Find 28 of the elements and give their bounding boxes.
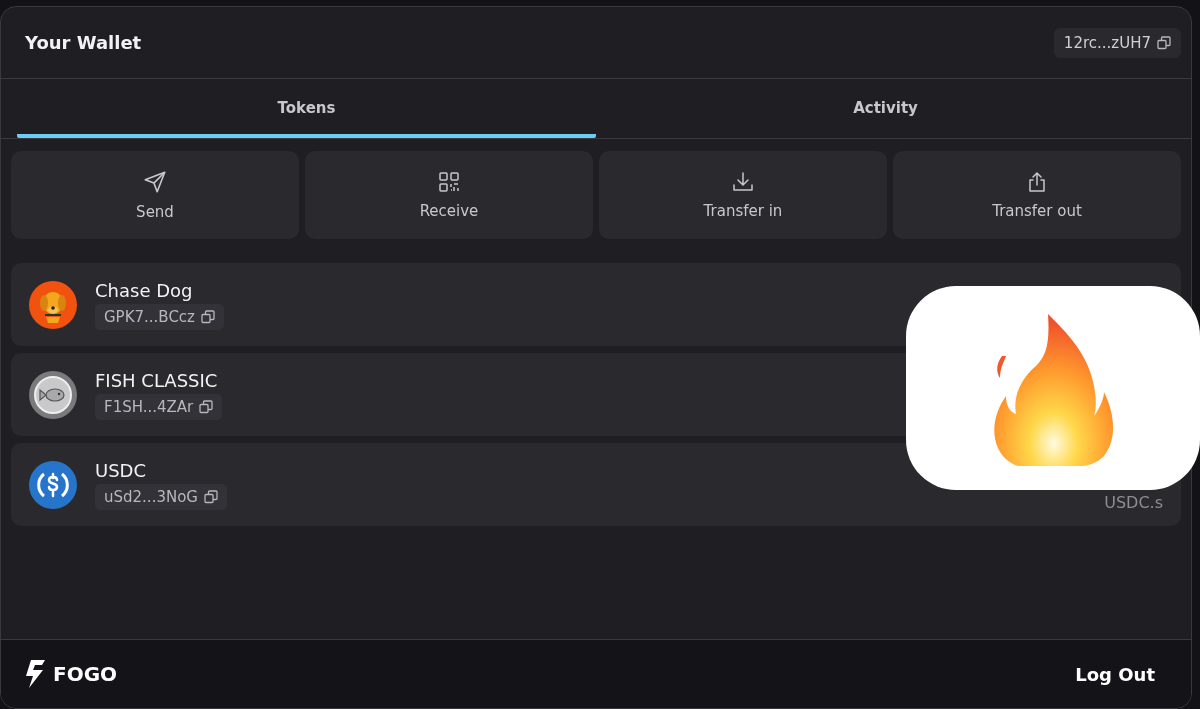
dog-logo-icon (29, 280, 77, 329)
dollar-coin-icon (29, 460, 77, 509)
copy-icon[interactable] (1157, 35, 1171, 50)
copy-icon[interactable] (201, 309, 215, 324)
brand-name: FOGO (53, 662, 118, 686)
qr-code-icon (437, 170, 461, 194)
token-name: FISH CLASSIC (95, 369, 219, 391)
token-address[interactable]: F1SH...4ZAr (95, 393, 223, 420)
copy-icon[interactable] (199, 399, 214, 414)
action-button[interactable]: Transfer in (599, 151, 887, 239)
wallet-address[interactable]: 12rc...zUH7 (1053, 27, 1181, 58)
token-name: USDC (95, 459, 148, 481)
token-name: Chase Dog (95, 279, 194, 301)
token-address[interactable]: GPK7...BCcz (95, 303, 224, 330)
action-button[interactable]: Send (11, 151, 299, 239)
action-button[interactable]: Transfer out (893, 151, 1181, 239)
wallet-title: Your Wallet (25, 32, 142, 53)
paper-plane-icon (142, 169, 168, 195)
download-icon (731, 170, 755, 194)
logout-button[interactable]: Log Out (1069, 662, 1161, 686)
tab[interactable]: Activity (596, 79, 1175, 138)
fish-coin-icon (29, 370, 77, 419)
action-button[interactable]: Receive (305, 151, 593, 239)
token-address[interactable]: uSd2...3NoG (95, 483, 227, 510)
copy-icon[interactable] (203, 489, 218, 504)
lightning-logo-icon (25, 660, 45, 688)
token-symbol: USDC.s (1104, 493, 1163, 514)
tab[interactable]: Tokens (17, 79, 596, 138)
